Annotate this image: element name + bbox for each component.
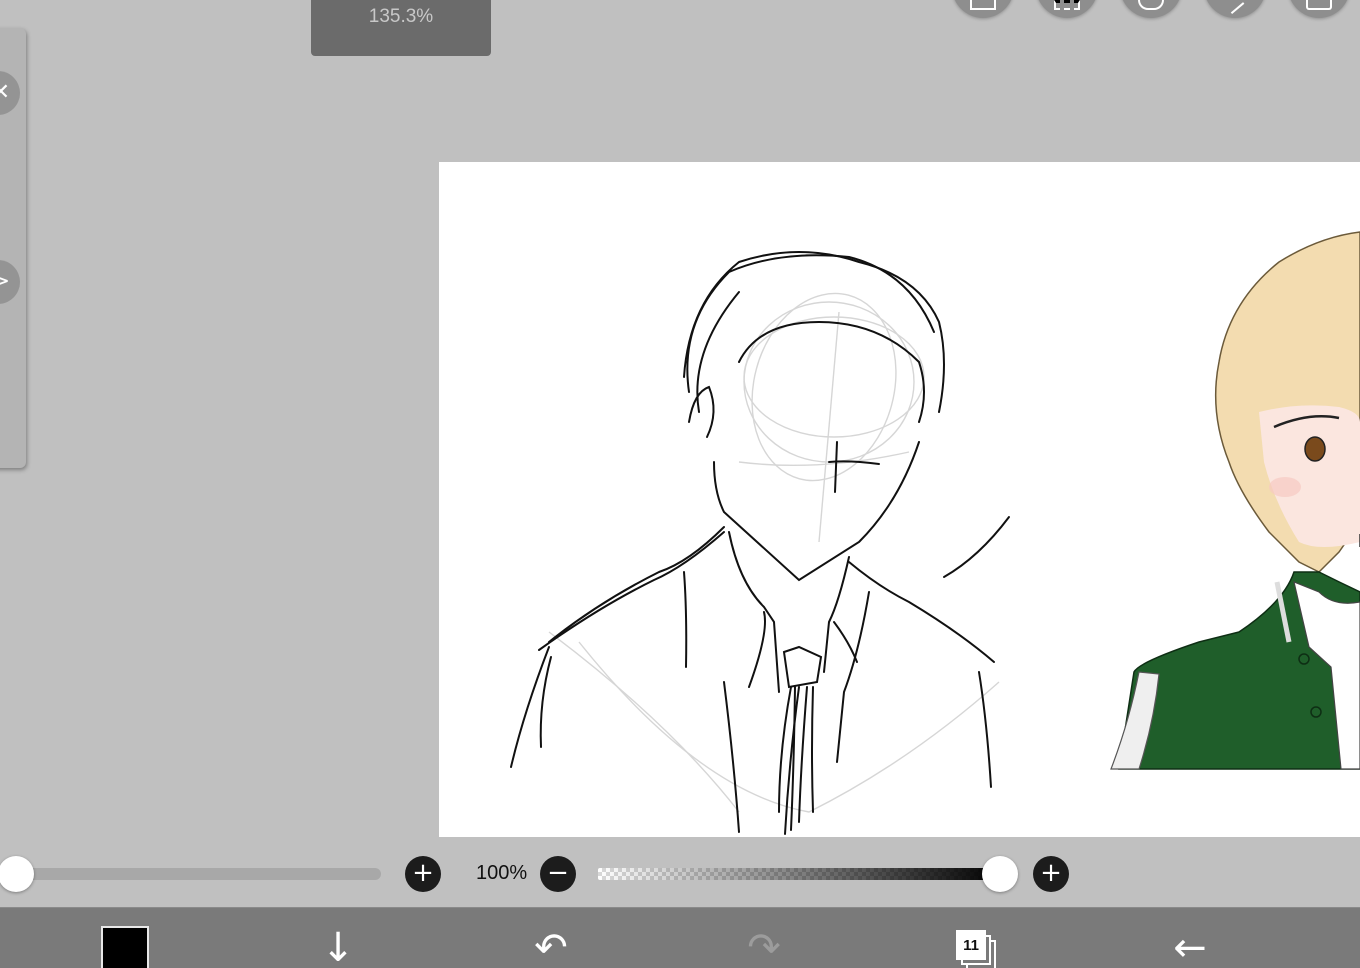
opacity-thumb[interactable] (982, 856, 1018, 892)
opacity-plus-button[interactable]: + (1033, 856, 1069, 892)
zoom-level-badge: 135.3% (311, 0, 491, 56)
brush-size-slider[interactable] (0, 868, 381, 880)
pen-tool-button[interactable] (1204, 0, 1266, 18)
layers-button[interactable]: 11 (956, 930, 996, 968)
colored-character (1110, 231, 1360, 770)
head-sketch (683, 251, 945, 582)
construction-sketch (548, 292, 1000, 813)
color-swatch-button[interactable] (101, 926, 149, 968)
undo-icon: ↶ (534, 925, 568, 968)
opacity-slider[interactable] (598, 868, 1002, 880)
drawing-canvas[interactable] (439, 162, 1360, 837)
bottom-toolbar: ↓ ↶ ↷ 11 ← (0, 907, 1360, 968)
torso-sketch (510, 516, 1010, 835)
opacity-minus-button[interactable]: − (540, 856, 576, 892)
zoom-level-text: 135.3% (368, 6, 434, 27)
plus-icon: + (1040, 858, 1062, 888)
download-button[interactable]: ↓ (298, 908, 378, 968)
canvas-artwork (510, 231, 1360, 835)
plus-icon: + (412, 858, 434, 888)
opacity-value: 100% (476, 862, 528, 884)
top-menu-button-5[interactable] (1288, 0, 1350, 18)
minus-icon: − (547, 858, 569, 888)
top-menu-button-1[interactable] (952, 0, 1014, 18)
undo-button[interactable]: ↶ (511, 908, 591, 968)
redo-icon: ↷ (747, 925, 781, 968)
layer-count-icon: 11 (956, 930, 986, 960)
brush-size-thumb[interactable] (0, 856, 34, 892)
back-button[interactable]: ← (1150, 908, 1230, 968)
redo-button[interactable]: ↷ (724, 908, 804, 968)
selection-tool-button[interactable] (1036, 0, 1098, 18)
arrow-left-icon: ← (1173, 925, 1207, 968)
brush-settings-row: + 100% − + (0, 852, 1360, 898)
arrow-down-icon: ↓ (321, 925, 355, 968)
size-plus-button[interactable]: + (405, 856, 441, 892)
top-menu-button-3[interactable] (1120, 0, 1182, 18)
